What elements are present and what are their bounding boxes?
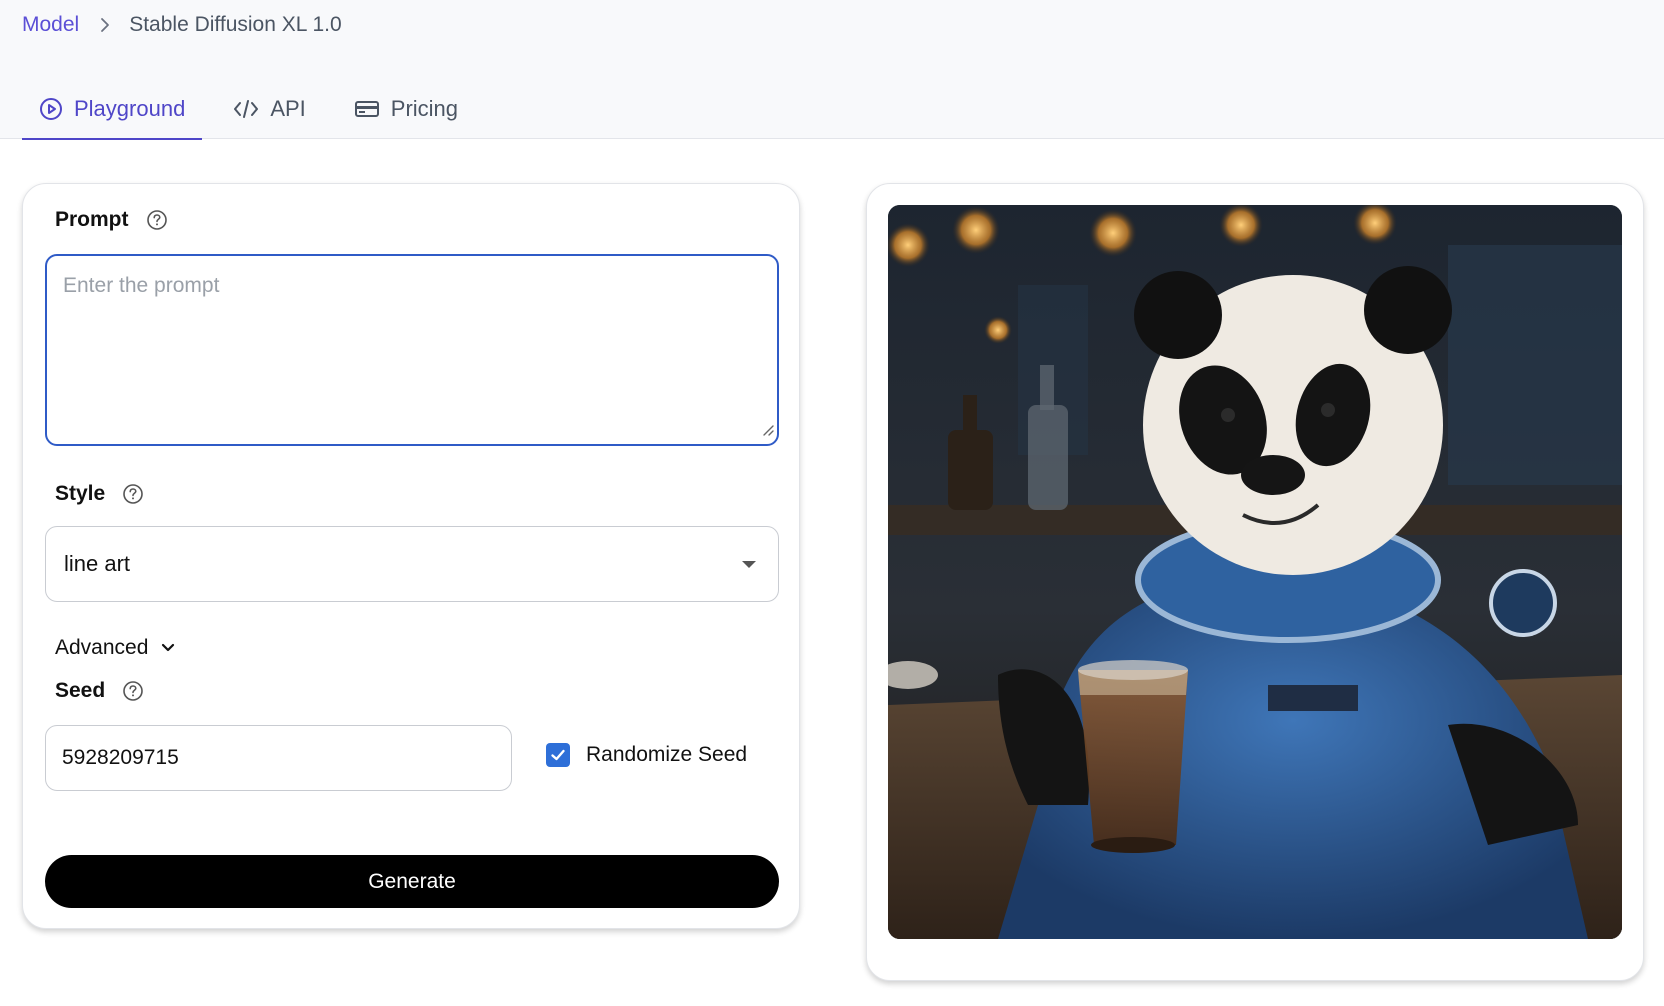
tab-playground[interactable]: Playground [22, 78, 203, 140]
help-icon[interactable] [122, 483, 144, 505]
breadcrumb-model-link[interactable]: Model [22, 13, 79, 37]
randomize-seed-label: Randomize Seed [586, 743, 748, 766]
generate-button[interactable]: Generate [45, 855, 779, 908]
chevron-down-icon [160, 642, 176, 654]
breadcrumb: Model Stable Diffusion XL 1.0 [22, 10, 342, 40]
help-icon[interactable] [122, 680, 144, 702]
tab-bar: Playground API Pricing [22, 78, 489, 140]
advanced-toggle[interactable]: Advanced [55, 636, 176, 660]
advanced-label: Advanced [55, 636, 149, 659]
style-label: Style [55, 482, 144, 506]
help-icon[interactable] [146, 209, 168, 231]
caret-down-icon [742, 560, 756, 568]
style-label-text: Style [55, 482, 106, 505]
chevron-right-icon [99, 17, 111, 33]
tab-pricing[interactable]: Pricing [337, 78, 475, 139]
prompt-label-text: Prompt [55, 208, 129, 231]
breadcrumb-current: Stable Diffusion XL 1.0 [129, 13, 342, 36]
credit-card-icon [354, 99, 380, 119]
play-circle-icon [39, 97, 63, 121]
generated-image [888, 205, 1622, 939]
prompt-box [45, 254, 779, 446]
style-select[interactable]: line art [45, 526, 779, 602]
checkbox-checked-icon[interactable] [546, 743, 570, 767]
resize-grip-icon[interactable] [761, 423, 775, 442]
top-header: Model Stable Diffusion XL 1.0 Playground… [0, 0, 1664, 140]
tab-api[interactable]: API [216, 78, 322, 139]
code-icon [233, 98, 259, 120]
generation-form-panel: Prompt Style line art Advanced Seed [22, 183, 800, 929]
randomize-seed-checkbox[interactable]: Randomize Seed [546, 743, 747, 767]
result-image-panel [866, 183, 1644, 981]
tab-pricing-label: Pricing [390, 95, 459, 121]
prompt-input[interactable] [47, 256, 777, 444]
prompt-label: Prompt [55, 208, 168, 232]
tab-playground-label: Playground [74, 95, 186, 121]
seed-input[interactable] [45, 725, 512, 791]
seed-label: Seed [55, 679, 144, 703]
style-select-value: line art [64, 551, 131, 576]
tab-api-label: API [270, 95, 306, 121]
seed-label-text: Seed [55, 679, 106, 702]
